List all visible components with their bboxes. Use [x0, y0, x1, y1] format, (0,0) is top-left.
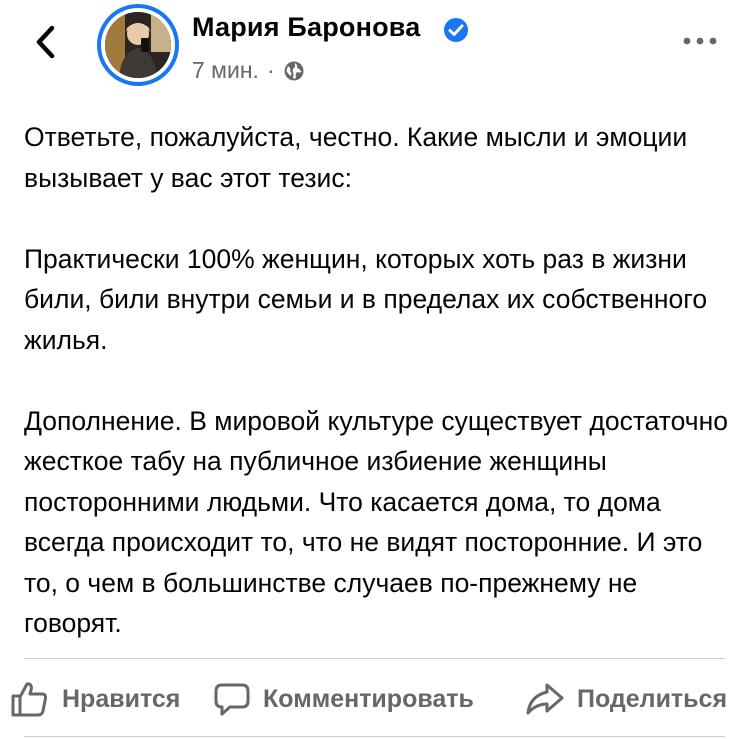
avatar [105, 12, 171, 78]
post-paragraph: Практически 100% женщин, которых хоть ра… [24, 243, 708, 355]
post-text: Ответьте, пожалуйста, честно. Какие мысл… [24, 117, 729, 644]
story-ring[interactable] [97, 4, 179, 86]
meta-separator: · [266, 57, 275, 83]
back-button[interactable] [28, 24, 64, 60]
more-dots-icon [683, 37, 717, 45]
chevron-left-icon [36, 25, 55, 59]
divider [24, 736, 725, 737]
post-paragraph: Дополнение. В мировой культуре существуе… [24, 405, 728, 639]
comment-button[interactable]: Комментировать [213, 676, 474, 722]
more-options-button[interactable] [680, 26, 720, 56]
post-meta: 7 мин. · [192, 57, 305, 84]
avatar-image [105, 12, 171, 78]
verified-badge-icon [444, 18, 468, 42]
comment-icon [214, 683, 250, 716]
globe-icon [284, 61, 304, 80]
post-time[interactable]: 7 мин. [192, 57, 259, 84]
share-label: Поделиться [577, 684, 728, 713]
like-button[interactable]: Нравится [10, 676, 180, 722]
action-bar: Нравится Комментировать Поделиться [0, 676, 749, 722]
thumbs-up-icon [11, 682, 48, 717]
divider [24, 658, 725, 659]
like-label: Нравится [62, 684, 181, 713]
author-name[interactable]: Мария Баронова [192, 12, 420, 43]
share-icon [526, 683, 564, 715]
share-button[interactable]: Поделиться [525, 676, 727, 722]
post-header: Мария Баронова 7 мин. · [0, 0, 749, 100]
post-paragraph: Ответьте, пожалуйста, честно. Какие мысл… [24, 122, 688, 193]
comment-label: Комментировать [263, 684, 474, 713]
